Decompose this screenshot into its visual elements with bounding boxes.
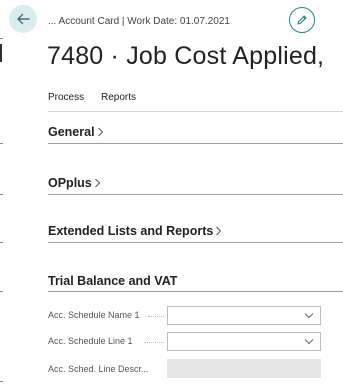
back-button[interactable] — [9, 5, 37, 33]
chevron-right-icon — [216, 226, 222, 236]
section-trial-header[interactable]: Trial Balance and VAT — [48, 274, 177, 288]
section-general-header[interactable]: General — [48, 125, 104, 139]
action-reports[interactable]: Reports — [101, 92, 136, 103]
background-divider — [0, 381, 3, 382]
section-trial-label: Trial Balance and VAT — [48, 274, 178, 288]
section-general-divider — [48, 143, 343, 144]
background-divider — [0, 143, 3, 144]
pencil-icon — [297, 15, 307, 25]
field-leader-dots — [144, 342, 164, 343]
chevron-down-icon — [304, 339, 314, 345]
section-trial-divider — [48, 291, 343, 292]
page-title: 7480 · Job Cost Applied, — [47, 42, 325, 70]
chevron-down-icon — [304, 313, 314, 319]
chevron-right-icon — [94, 178, 100, 188]
section-opplus-label: OPplus — [48, 176, 92, 190]
field-leader-dots — [148, 316, 164, 317]
section-general-label: General — [48, 125, 95, 139]
background-divider — [0, 242, 3, 243]
section-extended-label: Extended Lists and Reports — [48, 224, 214, 238]
acc-schedule-line-1-label: Acc. Schedule Line 1 — [48, 336, 133, 346]
acc-schedule-line-1-select[interactable] — [167, 332, 321, 351]
acc-schedule-name-1-label: Acc. Schedule Name 1 — [48, 310, 140, 320]
background-divider — [0, 194, 3, 195]
background-page-edge — [0, 44, 2, 62]
section-opplus-header[interactable]: OPplus — [48, 176, 101, 190]
breadcrumb: ... Account Card | Work Date: 01.07.2021 — [48, 16, 230, 27]
edit-button[interactable] — [289, 7, 315, 33]
section-extended-divider — [48, 242, 343, 243]
action-process[interactable]: Process — [48, 92, 84, 103]
action-bar-divider — [48, 111, 343, 112]
section-extended-header[interactable]: Extended Lists and Reports — [48, 224, 222, 238]
arrow-left-icon — [17, 13, 30, 25]
chevron-right-icon — [97, 127, 103, 137]
background-divider — [0, 38, 3, 39]
section-opplus-divider — [48, 194, 343, 195]
acc-sched-line-descr-label: Acc. Sched. Line Descr... — [48, 364, 149, 374]
acc-schedule-name-1-select[interactable] — [167, 306, 321, 325]
background-divider — [0, 291, 3, 292]
acc-sched-line-descr-field — [167, 359, 321, 378]
